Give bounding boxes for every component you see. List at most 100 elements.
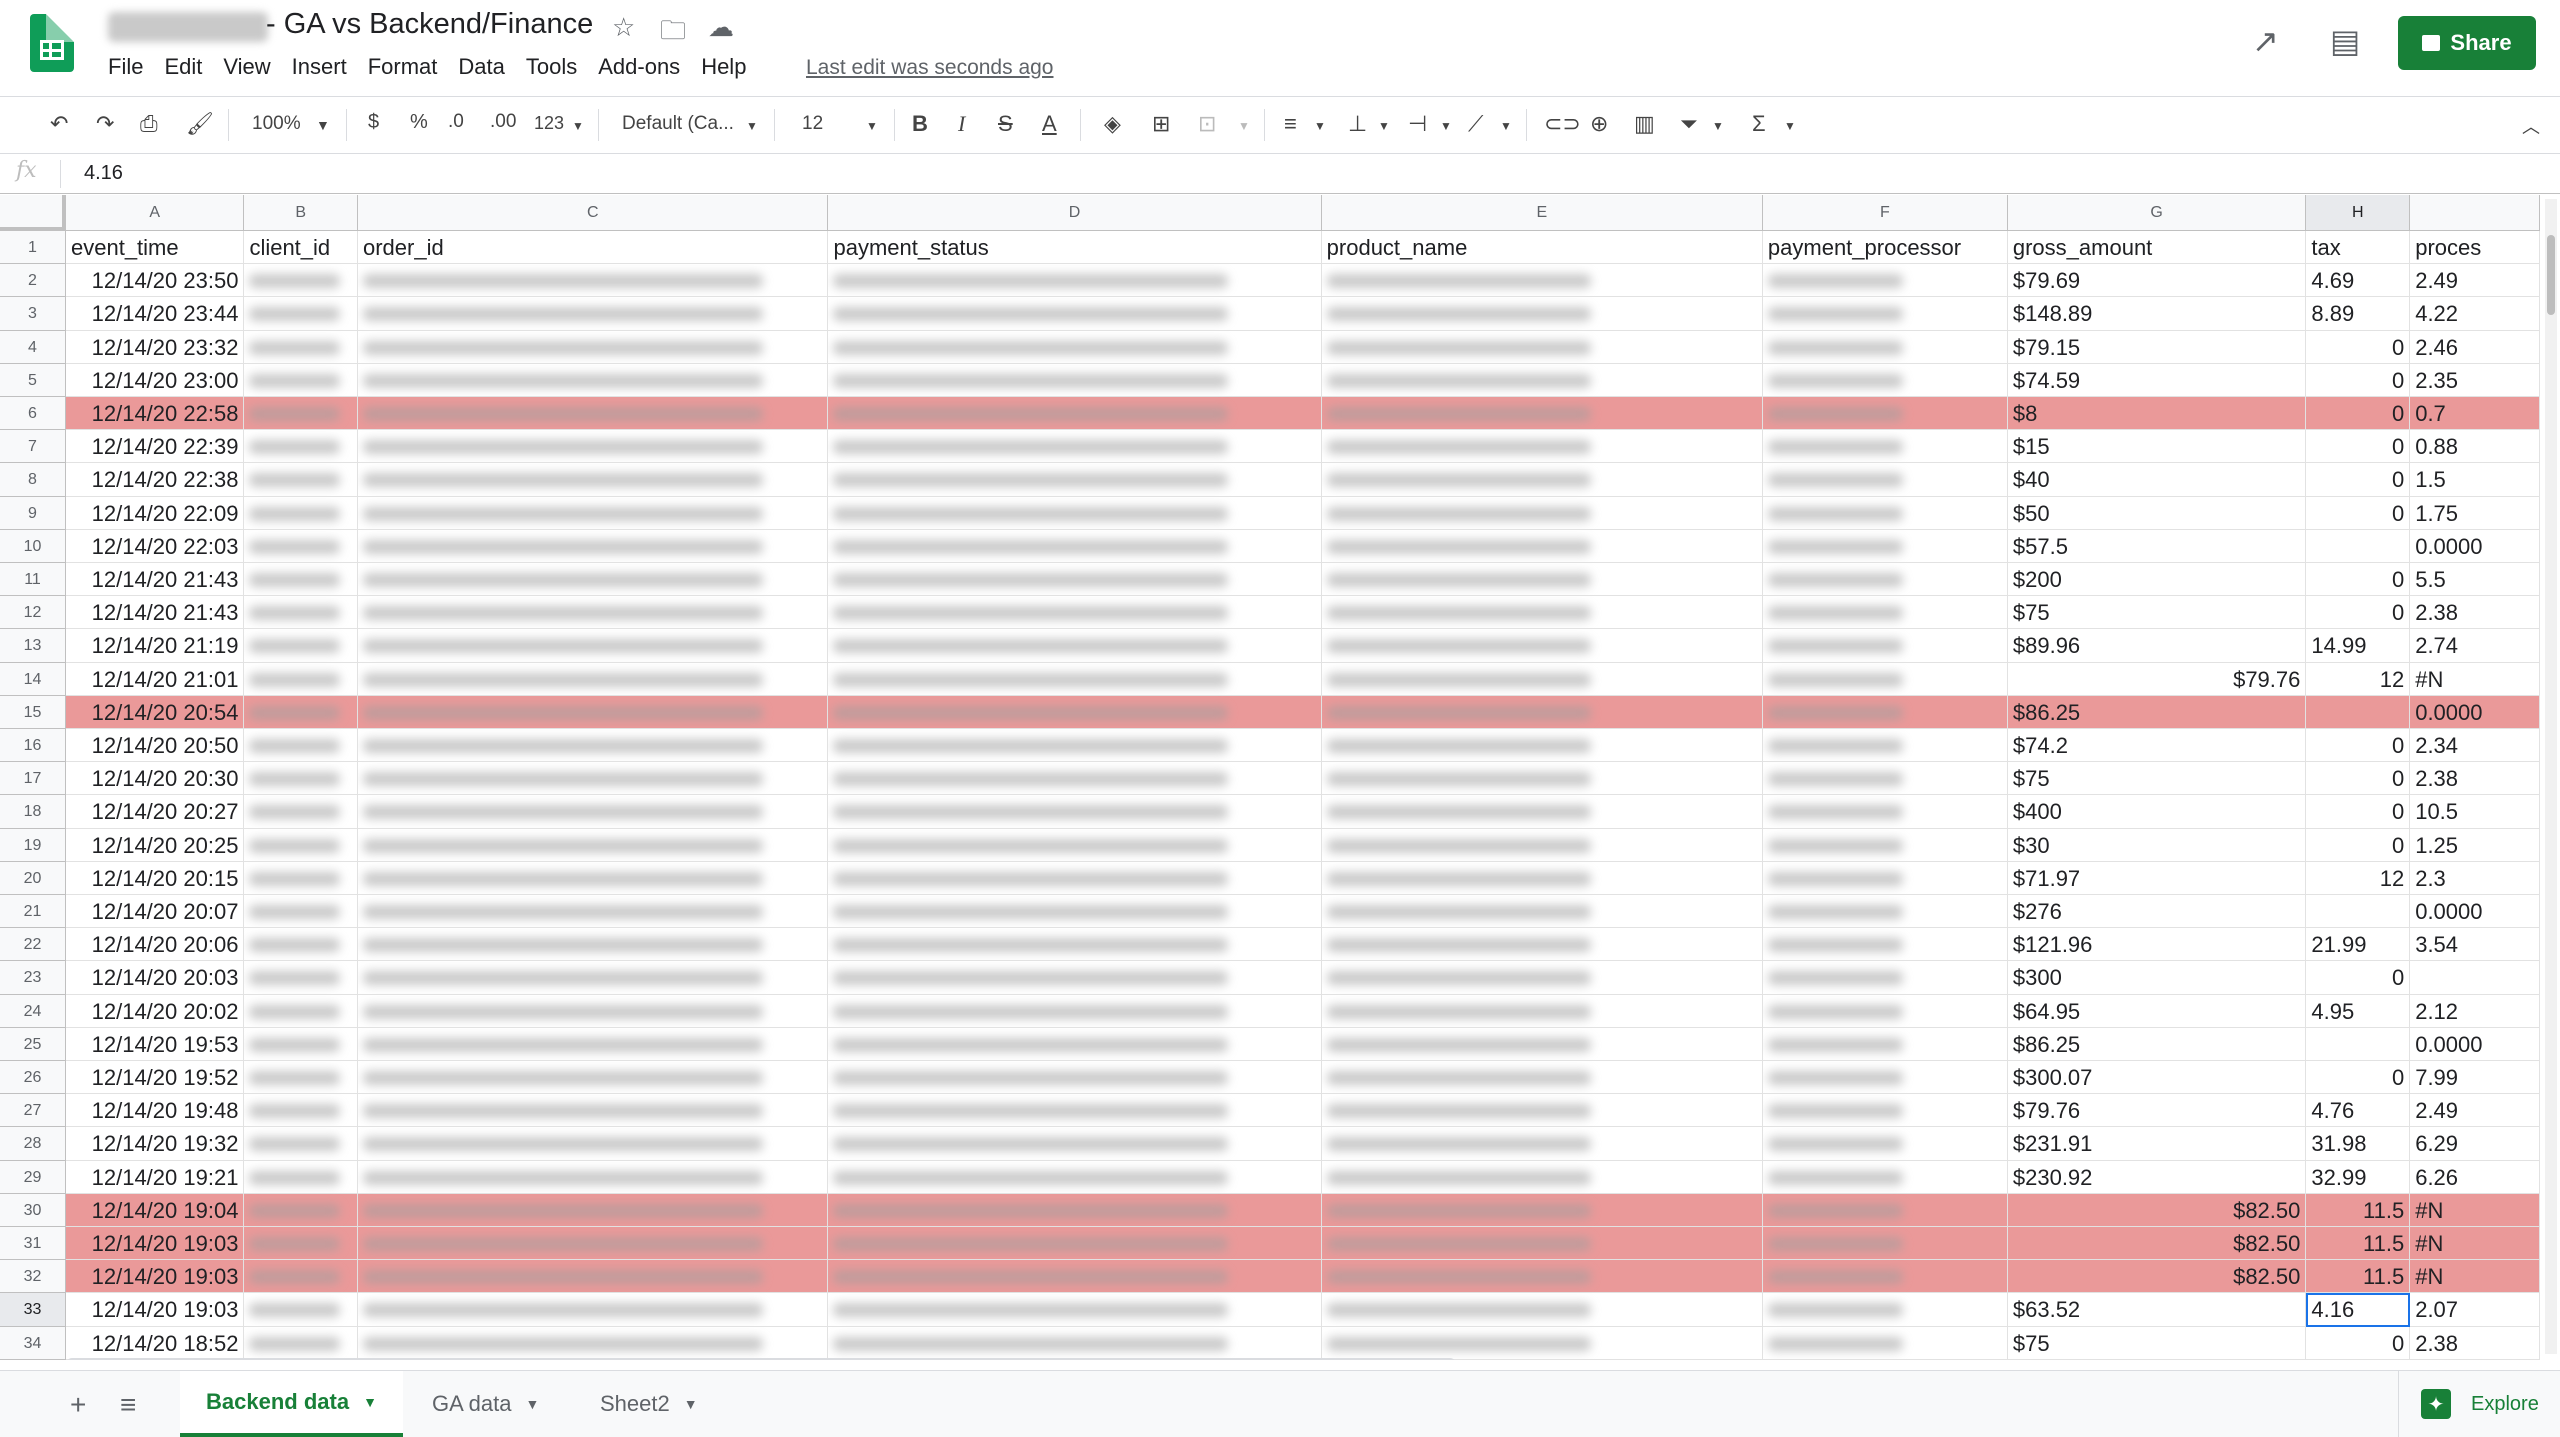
redacted-cell[interactable] [244, 828, 358, 862]
redacted-cell[interactable] [1762, 662, 2008, 696]
event-time-cell[interactable]: 12/14/20 19:52 [66, 1061, 245, 1095]
bold-icon[interactable]: B [912, 111, 928, 137]
redacted-cell[interactable] [1762, 994, 2008, 1028]
tax-cell[interactable]: 0 [2306, 762, 2411, 796]
row-header[interactable]: 1 [0, 231, 66, 265]
row-header[interactable]: 12 [0, 596, 66, 630]
redacted-cell[interactable] [828, 795, 1322, 829]
redacted-cell[interactable] [1762, 529, 2008, 563]
redacted-cell[interactable] [244, 961, 358, 995]
tax-cell[interactable]: 12 [2306, 861, 2411, 895]
tax-cell[interactable]: 0 [2306, 496, 2411, 530]
gross-amount-cell[interactable]: $400 [2007, 795, 2307, 829]
redacted-cell[interactable] [1321, 1193, 1763, 1227]
processing-fee-cell[interactable]: #N [2410, 1193, 2540, 1227]
redacted-cell[interactable] [1762, 695, 2008, 729]
event-time-cell[interactable]: 12/14/20 22:09 [66, 496, 245, 530]
redacted-cell[interactable] [1321, 563, 1763, 597]
processing-fee-cell[interactable]: 0.0000 [2410, 895, 2540, 929]
share-button[interactable]: Share [2398, 16, 2536, 70]
redacted-cell[interactable] [828, 695, 1322, 729]
redacted-cell[interactable] [244, 397, 358, 431]
processing-fee-cell[interactable]: #N [2410, 1260, 2540, 1294]
redacted-cell[interactable] [828, 1160, 1322, 1194]
event-time-cell[interactable]: 12/14/20 19:48 [66, 1094, 245, 1128]
redacted-cell[interactable] [244, 629, 358, 663]
chevron-down-icon[interactable]: ▼ [866, 119, 878, 133]
gross-amount-cell[interactable]: $79.76 [2007, 1094, 2307, 1128]
event-time-cell[interactable]: 12/14/20 23:44 [66, 297, 245, 331]
vertical-scroll-thumb[interactable] [2547, 235, 2555, 315]
font-size-select[interactable]: 12 [802, 113, 823, 135]
event-time-cell[interactable]: 12/14/20 20:07 [66, 895, 245, 929]
gross-amount-cell[interactable]: $79.69 [2007, 264, 2307, 298]
last-edit-link[interactable]: Last edit was seconds ago [806, 56, 1054, 80]
horizontal-align-icon[interactable]: ≡ [1284, 111, 1297, 137]
redacted-cell[interactable] [358, 895, 829, 929]
tax-cell[interactable]: 4.76 [2306, 1094, 2411, 1128]
redacted-cell[interactable] [1321, 1160, 1763, 1194]
redacted-cell[interactable] [828, 1193, 1322, 1227]
decrease-decimal-button[interactable]: .0 [448, 111, 464, 133]
gross-amount-cell[interactable]: $230.92 [2007, 1160, 2307, 1194]
row-header[interactable]: 9 [0, 496, 66, 530]
redacted-cell[interactable] [1321, 363, 1763, 397]
processing-fee-cell[interactable]: 2.38 [2410, 762, 2540, 796]
event-time-cell[interactable]: 12/14/20 20:15 [66, 861, 245, 895]
move-folder-icon[interactable]: 🗀 [660, 12, 686, 56]
redacted-cell[interactable] [1321, 1227, 1763, 1261]
redacted-cell[interactable] [828, 662, 1322, 696]
event-time-cell[interactable]: 12/14/20 19:53 [66, 1027, 245, 1061]
redacted-cell[interactable] [1321, 795, 1763, 829]
redacted-cell[interactable] [244, 596, 358, 630]
filter-icon[interactable]: ⏷ [1680, 111, 1698, 137]
redacted-cell[interactable] [244, 1193, 358, 1227]
row-header[interactable]: 16 [0, 729, 66, 763]
redacted-cell[interactable] [1762, 1293, 2008, 1327]
row-header[interactable]: 19 [0, 828, 66, 862]
processing-fee-cell[interactable]: 1.25 [2410, 828, 2540, 862]
processing-fee-cell[interactable]: 0.88 [2410, 430, 2540, 464]
undo-icon[interactable]: ↶ [50, 111, 68, 137]
gross-amount-cell[interactable]: $82.50 [2007, 1227, 2307, 1261]
tab-ga-data[interactable]: GA data ▼ [406, 1371, 565, 1437]
comments-icon[interactable]: ▤ [2330, 22, 2360, 60]
row-header[interactable]: 33 [0, 1293, 66, 1327]
chevron-down-icon[interactable]: ▼ [526, 1396, 540, 1412]
redacted-cell[interactable] [828, 994, 1322, 1028]
redacted-cell[interactable] [828, 363, 1322, 397]
redacted-cell[interactable] [244, 264, 358, 298]
row-header[interactable]: 25 [0, 1027, 66, 1061]
redacted-cell[interactable] [358, 1260, 829, 1294]
event-time-cell[interactable]: 12/14/20 19:32 [66, 1127, 245, 1161]
event-time-cell[interactable]: 12/14/20 22:58 [66, 397, 245, 431]
tax-cell[interactable]: 8.89 [2306, 297, 2411, 331]
redacted-cell[interactable] [828, 463, 1322, 497]
redacted-cell[interactable] [1321, 1027, 1763, 1061]
tax-cell[interactable]: 31.98 [2306, 1127, 2411, 1161]
processing-fee-cell[interactable]: 4.22 [2410, 297, 2540, 331]
redacted-cell[interactable] [828, 1293, 1322, 1327]
sheets-logo-icon[interactable] [30, 14, 74, 72]
column-header-e[interactable]: E [1321, 195, 1763, 231]
redacted-cell[interactable] [1321, 828, 1763, 862]
redacted-cell[interactable] [244, 1061, 358, 1095]
redacted-cell[interactable] [828, 895, 1322, 929]
redacted-cell[interactable] [358, 1160, 829, 1194]
merge-cells-icon[interactable]: ⊡ [1198, 111, 1216, 137]
gross-amount-cell[interactable]: $74.2 [2007, 729, 2307, 763]
redacted-cell[interactable] [828, 762, 1322, 796]
redacted-cell[interactable] [828, 397, 1322, 431]
redacted-cell[interactable] [1762, 828, 2008, 862]
horizontal-scrollbar[interactable] [66, 1358, 1456, 1360]
redacted-cell[interactable] [244, 330, 358, 364]
redacted-cell[interactable] [1321, 928, 1763, 962]
row-header[interactable]: 28 [0, 1127, 66, 1161]
redacted-cell[interactable] [828, 330, 1322, 364]
chevron-down-icon[interactable]: ▼ [1314, 119, 1326, 133]
row-header[interactable]: 2 [0, 264, 66, 298]
tab-backend-data[interactable]: Backend data ▼ [180, 1371, 403, 1437]
menu-data[interactable]: Data [458, 54, 504, 80]
redacted-cell[interactable] [358, 1293, 829, 1327]
percent-format-button[interactable]: % [410, 111, 428, 134]
